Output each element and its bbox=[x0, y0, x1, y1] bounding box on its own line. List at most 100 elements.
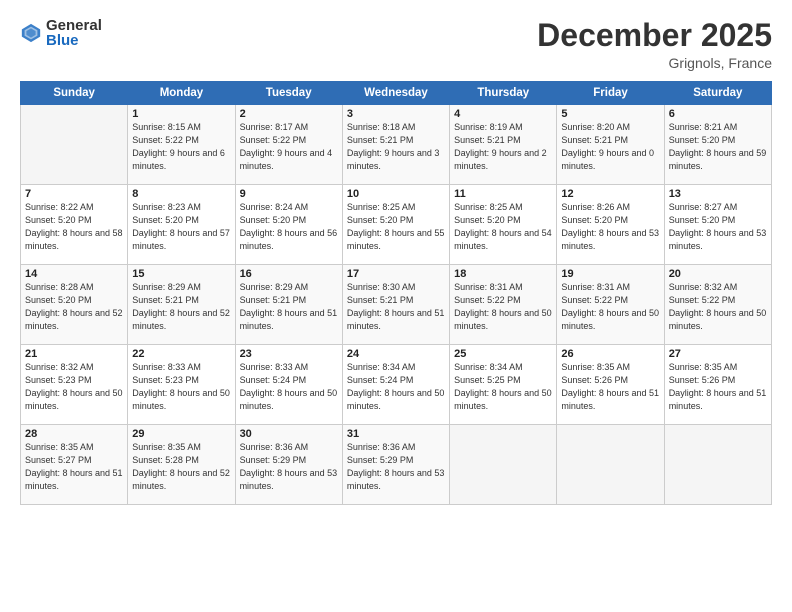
col-monday: Monday bbox=[128, 82, 235, 105]
day-number: 31 bbox=[347, 428, 445, 440]
day-cell: 11Sunrise: 8:25 AM Sunset: 5:20 PM Dayli… bbox=[450, 185, 557, 265]
logo-text: General Blue bbox=[46, 18, 102, 48]
month-title: December 2025 bbox=[537, 18, 772, 53]
calendar-header: Sunday Monday Tuesday Wednesday Thursday… bbox=[21, 82, 772, 105]
day-info: Sunrise: 8:18 AM Sunset: 5:21 PM Dayligh… bbox=[347, 121, 445, 173]
day-info: Sunrise: 8:29 AM Sunset: 5:21 PM Dayligh… bbox=[240, 281, 338, 333]
week-row-2: 14Sunrise: 8:28 AM Sunset: 5:20 PM Dayli… bbox=[21, 265, 772, 345]
week-row-1: 7Sunrise: 8:22 AM Sunset: 5:20 PM Daylig… bbox=[21, 185, 772, 265]
day-info: Sunrise: 8:22 AM Sunset: 5:20 PM Dayligh… bbox=[25, 201, 123, 253]
day-cell: 24Sunrise: 8:34 AM Sunset: 5:24 PM Dayli… bbox=[342, 345, 449, 425]
week-row-0: 1Sunrise: 8:15 AM Sunset: 5:22 PM Daylig… bbox=[21, 105, 772, 185]
day-cell: 10Sunrise: 8:25 AM Sunset: 5:20 PM Dayli… bbox=[342, 185, 449, 265]
col-thursday: Thursday bbox=[450, 82, 557, 105]
day-cell: 18Sunrise: 8:31 AM Sunset: 5:22 PM Dayli… bbox=[450, 265, 557, 345]
header: General Blue December 2025 Grignols, Fra… bbox=[20, 18, 772, 71]
day-info: Sunrise: 8:32 AM Sunset: 5:23 PM Dayligh… bbox=[25, 361, 123, 413]
day-number: 23 bbox=[240, 348, 338, 360]
day-cell: 13Sunrise: 8:27 AM Sunset: 5:20 PM Dayli… bbox=[664, 185, 771, 265]
day-number: 7 bbox=[25, 188, 123, 200]
page: General Blue December 2025 Grignols, Fra… bbox=[0, 0, 792, 612]
day-cell: 5Sunrise: 8:20 AM Sunset: 5:21 PM Daylig… bbox=[557, 105, 664, 185]
day-cell: 14Sunrise: 8:28 AM Sunset: 5:20 PM Dayli… bbox=[21, 265, 128, 345]
day-number: 3 bbox=[347, 108, 445, 120]
day-info: Sunrise: 8:35 AM Sunset: 5:26 PM Dayligh… bbox=[561, 361, 659, 413]
day-cell: 6Sunrise: 8:21 AM Sunset: 5:20 PM Daylig… bbox=[664, 105, 771, 185]
day-cell: 21Sunrise: 8:32 AM Sunset: 5:23 PM Dayli… bbox=[21, 345, 128, 425]
day-info: Sunrise: 8:35 AM Sunset: 5:26 PM Dayligh… bbox=[669, 361, 767, 413]
day-number: 14 bbox=[25, 268, 123, 280]
day-info: Sunrise: 8:27 AM Sunset: 5:20 PM Dayligh… bbox=[669, 201, 767, 253]
day-number: 15 bbox=[132, 268, 230, 280]
day-cell bbox=[664, 425, 771, 505]
day-info: Sunrise: 8:32 AM Sunset: 5:22 PM Dayligh… bbox=[669, 281, 767, 333]
day-cell: 7Sunrise: 8:22 AM Sunset: 5:20 PM Daylig… bbox=[21, 185, 128, 265]
day-number: 21 bbox=[25, 348, 123, 360]
col-saturday: Saturday bbox=[664, 82, 771, 105]
col-wednesday: Wednesday bbox=[342, 82, 449, 105]
day-cell: 8Sunrise: 8:23 AM Sunset: 5:20 PM Daylig… bbox=[128, 185, 235, 265]
day-cell: 20Sunrise: 8:32 AM Sunset: 5:22 PM Dayli… bbox=[664, 265, 771, 345]
day-info: Sunrise: 8:31 AM Sunset: 5:22 PM Dayligh… bbox=[454, 281, 552, 333]
day-cell: 27Sunrise: 8:35 AM Sunset: 5:26 PM Dayli… bbox=[664, 345, 771, 425]
day-cell bbox=[450, 425, 557, 505]
day-cell: 23Sunrise: 8:33 AM Sunset: 5:24 PM Dayli… bbox=[235, 345, 342, 425]
col-tuesday: Tuesday bbox=[235, 82, 342, 105]
day-cell: 1Sunrise: 8:15 AM Sunset: 5:22 PM Daylig… bbox=[128, 105, 235, 185]
day-info: Sunrise: 8:15 AM Sunset: 5:22 PM Dayligh… bbox=[132, 121, 230, 173]
week-row-4: 28Sunrise: 8:35 AM Sunset: 5:27 PM Dayli… bbox=[21, 425, 772, 505]
day-number: 12 bbox=[561, 188, 659, 200]
col-sunday: Sunday bbox=[21, 82, 128, 105]
logo-general-text: General bbox=[46, 18, 102, 33]
day-cell bbox=[21, 105, 128, 185]
calendar-table: Sunday Monday Tuesday Wednesday Thursday… bbox=[20, 81, 772, 505]
day-info: Sunrise: 8:21 AM Sunset: 5:20 PM Dayligh… bbox=[669, 121, 767, 173]
logo: General Blue bbox=[20, 18, 102, 48]
day-cell: 12Sunrise: 8:26 AM Sunset: 5:20 PM Dayli… bbox=[557, 185, 664, 265]
day-info: Sunrise: 8:26 AM Sunset: 5:20 PM Dayligh… bbox=[561, 201, 659, 253]
day-number: 13 bbox=[669, 188, 767, 200]
logo-blue-text: Blue bbox=[46, 33, 102, 48]
day-number: 25 bbox=[454, 348, 552, 360]
day-cell: 15Sunrise: 8:29 AM Sunset: 5:21 PM Dayli… bbox=[128, 265, 235, 345]
day-number: 6 bbox=[669, 108, 767, 120]
day-cell: 31Sunrise: 8:36 AM Sunset: 5:29 PM Dayli… bbox=[342, 425, 449, 505]
day-cell: 4Sunrise: 8:19 AM Sunset: 5:21 PM Daylig… bbox=[450, 105, 557, 185]
day-number: 28 bbox=[25, 428, 123, 440]
day-number: 4 bbox=[454, 108, 552, 120]
day-number: 2 bbox=[240, 108, 338, 120]
day-number: 10 bbox=[347, 188, 445, 200]
day-info: Sunrise: 8:20 AM Sunset: 5:21 PM Dayligh… bbox=[561, 121, 659, 173]
calendar-body: 1Sunrise: 8:15 AM Sunset: 5:22 PM Daylig… bbox=[21, 105, 772, 505]
header-row: Sunday Monday Tuesday Wednesday Thursday… bbox=[21, 82, 772, 105]
day-number: 19 bbox=[561, 268, 659, 280]
day-cell: 9Sunrise: 8:24 AM Sunset: 5:20 PM Daylig… bbox=[235, 185, 342, 265]
day-number: 24 bbox=[347, 348, 445, 360]
day-info: Sunrise: 8:33 AM Sunset: 5:23 PM Dayligh… bbox=[132, 361, 230, 413]
day-number: 30 bbox=[240, 428, 338, 440]
day-info: Sunrise: 8:34 AM Sunset: 5:25 PM Dayligh… bbox=[454, 361, 552, 413]
logo-icon bbox=[20, 22, 42, 44]
day-info: Sunrise: 8:28 AM Sunset: 5:20 PM Dayligh… bbox=[25, 281, 123, 333]
day-info: Sunrise: 8:25 AM Sunset: 5:20 PM Dayligh… bbox=[454, 201, 552, 253]
day-cell: 2Sunrise: 8:17 AM Sunset: 5:22 PM Daylig… bbox=[235, 105, 342, 185]
day-cell: 28Sunrise: 8:35 AM Sunset: 5:27 PM Dayli… bbox=[21, 425, 128, 505]
day-cell: 29Sunrise: 8:35 AM Sunset: 5:28 PM Dayli… bbox=[128, 425, 235, 505]
day-info: Sunrise: 8:34 AM Sunset: 5:24 PM Dayligh… bbox=[347, 361, 445, 413]
col-friday: Friday bbox=[557, 82, 664, 105]
day-number: 9 bbox=[240, 188, 338, 200]
day-number: 27 bbox=[669, 348, 767, 360]
day-info: Sunrise: 8:19 AM Sunset: 5:21 PM Dayligh… bbox=[454, 121, 552, 173]
day-info: Sunrise: 8:29 AM Sunset: 5:21 PM Dayligh… bbox=[132, 281, 230, 333]
day-number: 26 bbox=[561, 348, 659, 360]
day-cell: 22Sunrise: 8:33 AM Sunset: 5:23 PM Dayli… bbox=[128, 345, 235, 425]
location: Grignols, France bbox=[537, 55, 772, 71]
day-number: 5 bbox=[561, 108, 659, 120]
day-info: Sunrise: 8:17 AM Sunset: 5:22 PM Dayligh… bbox=[240, 121, 338, 173]
day-info: Sunrise: 8:36 AM Sunset: 5:29 PM Dayligh… bbox=[347, 441, 445, 493]
day-cell: 26Sunrise: 8:35 AM Sunset: 5:26 PM Dayli… bbox=[557, 345, 664, 425]
day-info: Sunrise: 8:25 AM Sunset: 5:20 PM Dayligh… bbox=[347, 201, 445, 253]
day-info: Sunrise: 8:30 AM Sunset: 5:21 PM Dayligh… bbox=[347, 281, 445, 333]
day-cell: 16Sunrise: 8:29 AM Sunset: 5:21 PM Dayli… bbox=[235, 265, 342, 345]
day-info: Sunrise: 8:33 AM Sunset: 5:24 PM Dayligh… bbox=[240, 361, 338, 413]
